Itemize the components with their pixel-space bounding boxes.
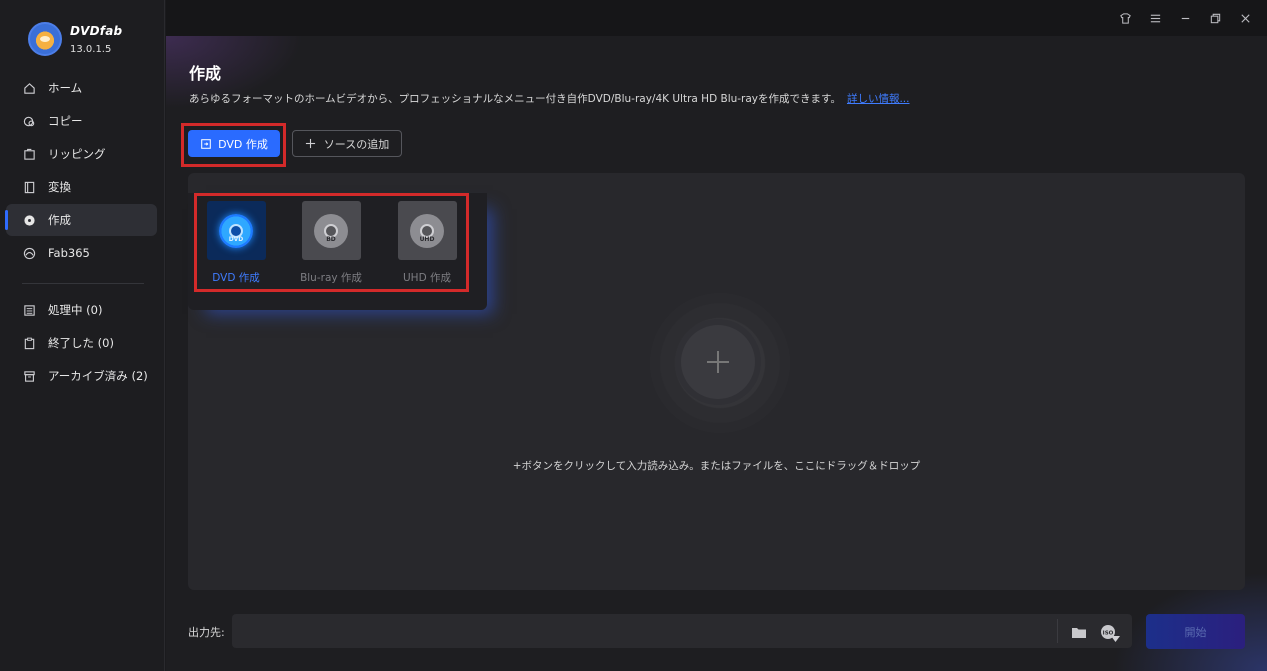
sidebar-queue: 処理中 (0) 終了した (0) アーカイブ済み (2) (6, 294, 157, 393)
start-button[interactable]: 開始 (1146, 614, 1245, 649)
skin-icon[interactable] (1117, 10, 1133, 26)
archive-icon (22, 369, 36, 383)
menu-icon[interactable] (1147, 10, 1163, 26)
creator-icon (22, 213, 36, 227)
minimize-icon[interactable] (1177, 10, 1193, 26)
add-source-label: ソースの追加 (323, 137, 390, 151)
copy-icon (22, 114, 36, 128)
sidebar-item-archive[interactable]: アーカイブ済み (2) (6, 360, 157, 392)
folder-icon[interactable] (1071, 624, 1087, 643)
page-title: 作成 (189, 64, 222, 83)
output-divider (1057, 619, 1058, 643)
sidebar-item-label: 変換 (48, 180, 71, 194)
title-bar (166, 0, 1267, 36)
output-path-field[interactable] (232, 614, 1132, 648)
drop-hint: +ボタンをクリックして入力読み込み。またはファイルを、ここにドラッグ＆ドロップ (512, 460, 921, 472)
app-brand: DVDfab (70, 23, 123, 38)
fab365-icon (22, 246, 36, 260)
restore-icon[interactable] (1207, 10, 1223, 26)
sidebar-item-finished[interactable]: 終了した (0) (6, 327, 157, 359)
add-file-button[interactable] (681, 325, 755, 399)
description-text: あらゆるフォーマットのホームビデオから、プロフェッショナルなメニュー付き自作DV… (189, 93, 841, 105)
highlight-box-create-button (181, 123, 286, 167)
output-label: 出力先: (188, 626, 225, 639)
sidebar-item-label: アーカイブ済み (2) (48, 369, 148, 383)
sidebar-item-fab365[interactable]: Fab365 (6, 237, 157, 269)
sidebar-item-convert[interactable]: 変換 (6, 171, 157, 203)
sidebar-item-copy[interactable]: コピー (6, 105, 157, 137)
sidebar-item-label: ホーム (48, 81, 83, 95)
sidebar-item-label: コピー (48, 114, 83, 128)
convert-icon (22, 180, 36, 194)
home-icon (22, 81, 36, 95)
sidebar-item-label: 作成 (48, 213, 71, 227)
dvdfab-logo-icon (28, 22, 62, 56)
add-source-button[interactable]: ソースの追加 (292, 130, 402, 157)
sidebar-item-home[interactable]: ホーム (6, 72, 157, 104)
plus-icon (305, 138, 315, 149)
sidebar-divider (22, 283, 144, 284)
app-version: 13.0.1.5 (70, 43, 112, 55)
sidebar-item-label: 処理中 (0) (48, 303, 103, 317)
sidebar-item-ripper[interactable]: リッピング (6, 138, 157, 170)
app-logo: DVDfab 13.0.1.5 (28, 22, 122, 56)
plus-icon (707, 351, 729, 373)
processing-icon (22, 303, 36, 317)
finished-icon (22, 336, 36, 350)
sidebar-item-label: 終了した (0) (48, 336, 114, 350)
more-info-link[interactable]: 詳しい情報... (847, 93, 910, 105)
sidebar-nav: ホーム コピー リッピング 変換 作成 Fab365 (5, 72, 157, 270)
highlight-box-type-menu (194, 193, 469, 292)
sidebar-item-creator[interactable]: 作成 (5, 204, 157, 236)
svg-text:ISO: ISO (1103, 631, 1114, 637)
sidebar-item-processing[interactable]: 処理中 (0) (6, 294, 157, 326)
sidebar: DVDfab 13.0.1.5 ホーム コピー リッピング 変換 作成 Fab3… (0, 0, 165, 671)
sidebar-item-label: リッピング (48, 147, 106, 161)
ripper-icon (22, 147, 36, 161)
page-description: あらゆるフォーマットのホームビデオから、プロフェッショナルなメニュー付き自作DV… (189, 91, 909, 106)
sidebar-item-label: Fab365 (48, 246, 90, 260)
main-panel: 作成 あらゆるフォーマットのホームビデオから、プロフェッショナルなメニュー付き自… (166, 36, 1267, 671)
close-icon[interactable] (1237, 10, 1253, 26)
iso-icon[interactable]: ISO (1100, 624, 1116, 644)
